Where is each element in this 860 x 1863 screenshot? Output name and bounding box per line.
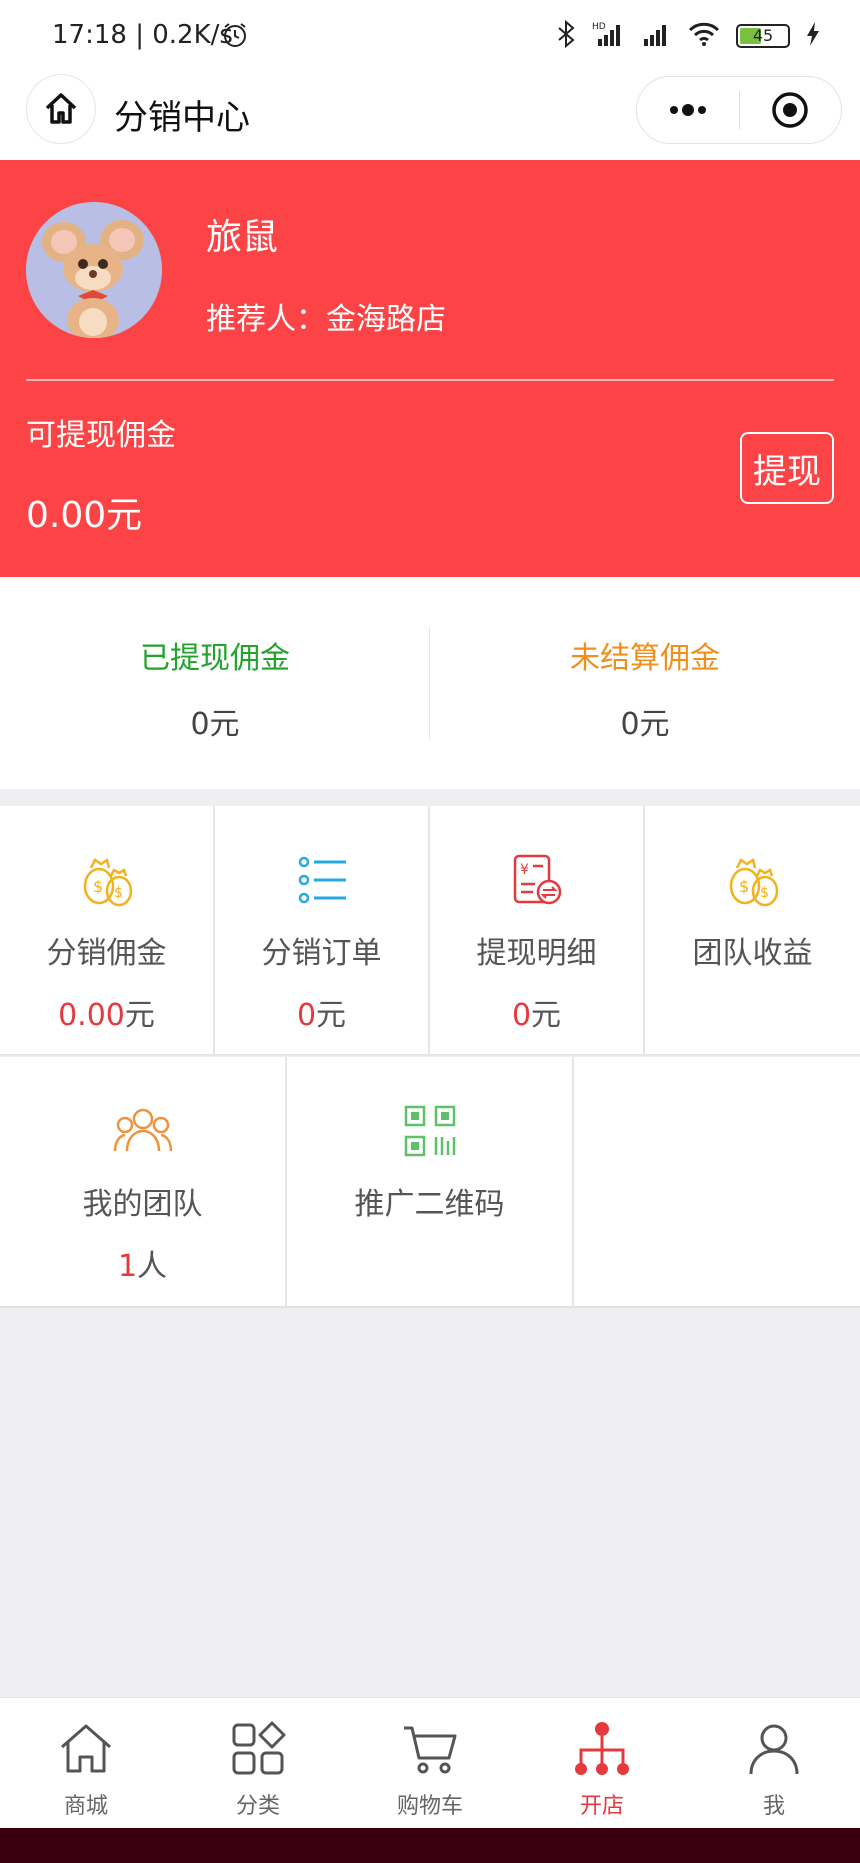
- unsettled-label: 未结算佣金: [570, 641, 720, 676]
- commission-summary: 已提现佣金 0元 未结算佣金 0元: [0, 577, 860, 789]
- bottom-strip: [0, 1828, 860, 1863]
- grid-item-label: 团队收益: [692, 936, 813, 971]
- more-dots-icon: [669, 104, 706, 116]
- svg-text:$: $: [739, 877, 749, 896]
- grid-item-unit: 元: [531, 998, 562, 1033]
- grid-item-unit: 人: [137, 1249, 168, 1284]
- list-icon: [298, 856, 346, 904]
- avatar[interactable]: [26, 202, 162, 338]
- money-bags-icon: $ $: [83, 857, 132, 907]
- tab-label: 商城: [63, 1794, 108, 1819]
- withdraw-button[interactable]: 提现: [740, 432, 834, 504]
- cart-icon: [404, 1726, 457, 1774]
- charging-icon: [806, 21, 820, 51]
- close-button[interactable]: [740, 77, 842, 143]
- grid-item-unit: 元: [124, 998, 155, 1033]
- grid-item-distribution-commission[interactable]: $ $ 分销佣金 0.00元: [0, 806, 215, 1056]
- grid-item-team-earnings[interactable]: $ $ 团队收益: [645, 806, 860, 1056]
- bottom-tab-bar: 商城 分类 购物车 开店 我: [0, 1697, 860, 1828]
- svg-text:¥: ¥: [520, 862, 529, 878]
- grid-item-distribution-orders[interactable]: 分销订单 0元: [215, 806, 430, 1056]
- grid-item-number: 1: [117, 1249, 138, 1284]
- grid-item-my-team[interactable]: 我的团队 1人: [0, 1057, 287, 1306]
- withdrawn-label: 已提现佣金: [140, 641, 290, 676]
- unsettled-commission[interactable]: 未结算佣金 0元: [430, 577, 860, 789]
- card-divider: [26, 379, 834, 381]
- title-bar: 分销中心: [0, 72, 860, 160]
- grid-item-number: 0: [511, 998, 532, 1033]
- withdrawable-label: 可提现佣金: [26, 418, 176, 453]
- grid-item-number: 0: [296, 998, 317, 1033]
- user-name: 旅鼠: [206, 217, 279, 258]
- status-icons: HD 45: [556, 19, 820, 52]
- home-icon: [61, 1724, 111, 1773]
- recommender-text: 推荐人：金海路店: [206, 302, 446, 337]
- svg-text:HD: HD: [592, 22, 606, 32]
- signal-icon: [642, 21, 672, 51]
- category-icon: [232, 1721, 286, 1775]
- withdrawn-commission[interactable]: 已提现佣金 0元: [0, 577, 430, 789]
- signal-hd-icon: HD: [592, 21, 626, 51]
- withdrawable-amount: 0.00元: [26, 495, 143, 536]
- user-icon: [749, 1724, 799, 1775]
- withdrawn-value: 0元: [190, 707, 240, 742]
- grid-item-label: 提现明细: [476, 936, 597, 971]
- money-bags-icon: $ $: [729, 857, 778, 907]
- battery-icon: 45: [736, 24, 790, 48]
- tab-label: 我: [762, 1794, 785, 1819]
- grid-item-withdraw-details[interactable]: ¥ 提现明细 0元: [430, 806, 645, 1056]
- grid-item-label: 推广二维码: [354, 1187, 505, 1222]
- grid-item-label: 分销订单: [261, 936, 382, 971]
- tab-category[interactable]: 分类: [172, 1698, 344, 1829]
- target-close-icon: [772, 92, 808, 128]
- mini-program-capsule: [636, 76, 842, 144]
- qr-code-icon: [404, 1105, 455, 1157]
- tab-label: 开店: [579, 1794, 624, 1819]
- grid-item-promo-qr[interactable]: 推广二维码: [287, 1057, 574, 1306]
- feature-grid-row-2: 我的团队 1人 推广二维码: [0, 1057, 860, 1308]
- alarm-icon: [222, 22, 248, 52]
- mouse-avatar-icon: [26, 202, 162, 338]
- grid-item-number: 0.00: [58, 998, 125, 1033]
- status-bar: 17:18 | 0.2K/s HD 45: [0, 0, 860, 72]
- tab-open-store[interactable]: 开店: [516, 1698, 688, 1829]
- tab-me[interactable]: 我: [688, 1698, 860, 1829]
- tab-label: 分类: [235, 1794, 280, 1819]
- wifi-icon: [688, 21, 720, 51]
- commission-card: 旅鼠 推荐人：金海路店 可提现佣金 0.00元 提现: [0, 160, 860, 577]
- feature-grid-row-1: $ $ 分销佣金 0.00元 分销订单 0元 ¥ 提现明细 0元 $ $ 团队收…: [0, 806, 860, 1056]
- team-icon: [113, 1108, 172, 1152]
- grid-item-label: 分销佣金: [46, 936, 167, 971]
- grid-item-unit: 元: [316, 998, 347, 1033]
- grid-item-value: 1人: [0, 1241, 285, 1285]
- home-button[interactable]: [26, 74, 96, 144]
- withdraw-detail-icon: ¥: [513, 854, 561, 905]
- grid-item-value: 0元: [215, 990, 428, 1034]
- grid-item-value: 0.00元: [0, 990, 213, 1034]
- bluetooth-icon: [556, 19, 576, 52]
- svg-text:$: $: [93, 877, 103, 896]
- grid-item-label: 我的团队: [82, 1187, 203, 1222]
- svg-text:$: $: [114, 885, 123, 901]
- status-time: 17:18 | 0.2K/s: [52, 20, 233, 50]
- shop-network-icon: [575, 1722, 629, 1775]
- tab-mall[interactable]: 商城: [0, 1698, 172, 1829]
- battery-text: 45: [752, 26, 774, 45]
- page-title: 分销中心: [114, 98, 250, 138]
- home-icon: [45, 93, 77, 124]
- grid-item-empty: [574, 1057, 860, 1306]
- grid-item-value: 0元: [430, 990, 643, 1034]
- tab-cart[interactable]: 购物车: [344, 1698, 516, 1829]
- svg-text:$: $: [760, 885, 769, 901]
- unsettled-value: 0元: [620, 707, 670, 742]
- more-button[interactable]: [637, 77, 739, 143]
- tab-label: 购物车: [396, 1794, 463, 1819]
